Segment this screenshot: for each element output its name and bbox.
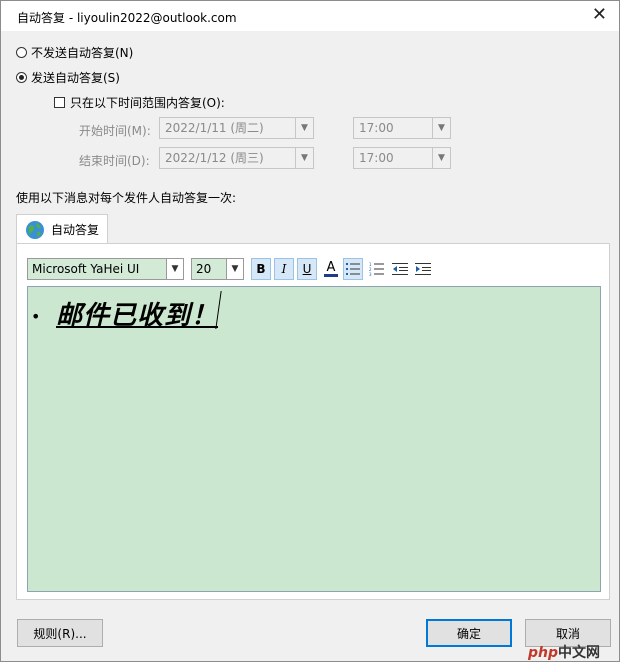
- decrease-indent-icon: [392, 263, 408, 275]
- bullet-icon: •: [31, 307, 41, 326]
- start-time-value: 17:00: [359, 121, 394, 135]
- increase-indent-icon: [415, 263, 431, 275]
- font-family-value: Microsoft YaHei UI: [32, 262, 140, 276]
- bullet-list-button[interactable]: [343, 258, 363, 280]
- font-color-button[interactable]: A: [321, 258, 341, 280]
- only-range-label: 只在以下时间范围内答复(O):: [70, 96, 225, 110]
- end-time-value: 17:00: [359, 151, 394, 165]
- font-family-select[interactable]: Microsoft YaHei UI ▼: [27, 258, 184, 280]
- underline-button[interactable]: U: [297, 258, 317, 280]
- auto-reply-dialog: 自动答复 - liyoulin2022@outlook.com ✕ 不发送自动答…: [0, 0, 620, 662]
- start-time-label: 开始时间(M):: [79, 124, 151, 138]
- end-date-combo[interactable]: 2022/1/12 (周三) ▼: [159, 147, 314, 169]
- radio-no-reply[interactable]: [16, 47, 27, 58]
- ok-button[interactable]: 确定: [426, 619, 512, 647]
- tab-auto-reply[interactable]: 自动答复: [16, 214, 108, 244]
- watermark-site: 中文网: [558, 645, 601, 661]
- send-reply-option[interactable]: 发送自动答复(S): [16, 69, 120, 86]
- numbered-list-icon: 1 2 3: [369, 262, 384, 276]
- no-reply-label: 不发送自动答复(N): [31, 46, 134, 60]
- rules-button[interactable]: 规则(R)...: [17, 619, 103, 647]
- end-time-label: 结束时间(D):: [79, 154, 150, 168]
- watermark: php中文网: [528, 642, 600, 662]
- only-range-checkbox[interactable]: [54, 97, 65, 108]
- message-text[interactable]: 邮件已收到！: [56, 295, 218, 332]
- only-range-option[interactable]: 只在以下时间范围内答复(O):: [54, 94, 225, 111]
- chevron-down-icon[interactable]: ▼: [295, 118, 313, 138]
- svg-text:3: 3: [369, 272, 372, 276]
- increase-indent-button[interactable]: [413, 258, 433, 280]
- tab-auto-reply-label: 自动答复: [51, 223, 100, 237]
- window-title: 自动答复 - liyoulin2022@outlook.com: [17, 11, 237, 25]
- chevron-down-icon[interactable]: ▼: [226, 259, 243, 279]
- message-section-label: 使用以下消息对每个发件人自动答复一次:: [16, 191, 237, 205]
- radio-send-reply[interactable]: [16, 72, 27, 83]
- close-icon[interactable]: ✕: [592, 5, 607, 25]
- chevron-down-icon[interactable]: ▼: [295, 148, 313, 168]
- title-bar: 自动答复 - liyoulin2022@outlook.com ✕: [1, 1, 619, 31]
- bold-button[interactable]: B: [251, 258, 271, 280]
- italic-button[interactable]: I: [274, 258, 294, 280]
- start-date-value: 2022/1/11 (周二): [165, 121, 264, 135]
- font-color-letter: A: [326, 259, 336, 275]
- font-size-value: 20: [196, 262, 212, 276]
- chevron-down-icon[interactable]: ▼: [432, 148, 450, 168]
- end-time-combo[interactable]: 17:00 ▼: [353, 147, 451, 169]
- start-date-combo[interactable]: 2022/1/11 (周二) ▼: [159, 117, 314, 139]
- end-date-value: 2022/1/12 (周三): [165, 151, 264, 165]
- globe-icon: [26, 220, 44, 239]
- no-reply-option[interactable]: 不发送自动答复(N): [16, 44, 133, 61]
- watermark-brand: php: [528, 645, 559, 661]
- chevron-down-icon[interactable]: ▼: [166, 259, 183, 279]
- start-time-combo[interactable]: 17:00 ▼: [353, 117, 451, 139]
- bullet-list-icon: [346, 263, 360, 275]
- font-size-select[interactable]: 20 ▼: [191, 258, 244, 280]
- chevron-down-icon[interactable]: ▼: [432, 118, 450, 138]
- font-color-swatch: [324, 273, 338, 277]
- decrease-indent-button[interactable]: [390, 258, 410, 280]
- numbered-list-button[interactable]: 1 2 3: [367, 258, 387, 280]
- send-reply-label: 发送自动答复(S): [31, 71, 120, 85]
